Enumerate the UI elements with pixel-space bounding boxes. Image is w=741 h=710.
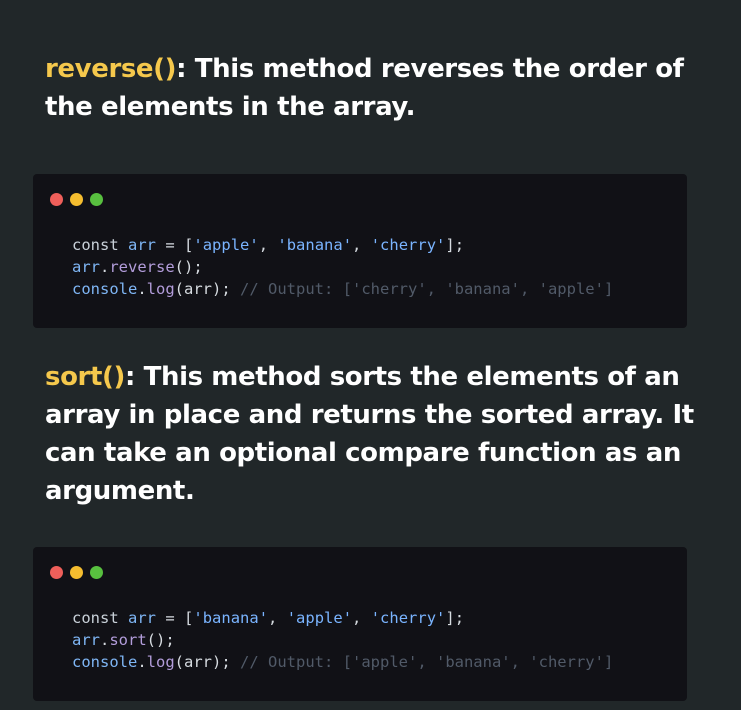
code-punctuation: (); [174, 258, 203, 276]
code-punctuation: (arr); [174, 653, 231, 671]
code-block-reverse: const arr = ['apple', 'banana', 'cherry'… [72, 234, 613, 300]
code-punctuation: (); [146, 631, 175, 649]
code-punctuation: [ [184, 609, 194, 627]
code-string: 'apple' [193, 236, 259, 254]
code-punctuation: . [100, 631, 110, 649]
code-line-1: const arr = ['apple', 'banana', 'cherry'… [72, 236, 465, 254]
code-method: log [146, 280, 175, 298]
code-line-2: arr.reverse(); [72, 258, 203, 276]
code-method: sort [109, 631, 147, 649]
method-name-reverse: reverse() [45, 54, 177, 84]
code-block-sort: const arr = ['banana', 'apple', 'cherry'… [72, 607, 613, 673]
window-controls [50, 566, 103, 579]
code-window-reverse: const arr = ['apple', 'banana', 'cherry'… [33, 174, 687, 328]
code-string: 'banana' [193, 609, 269, 627]
code-operator: = [165, 236, 175, 254]
code-variable: arr [128, 236, 157, 254]
code-object: arr [72, 631, 100, 649]
code-line-1: const arr = ['banana', 'apple', 'cherry'… [72, 609, 465, 627]
code-keyword: const [72, 609, 119, 627]
code-window-sort: const arr = ['banana', 'apple', 'cherry'… [33, 547, 687, 701]
code-comment: // Output: ['apple', 'banana', 'cherry'] [240, 653, 614, 671]
code-string: 'cherry' [370, 236, 446, 254]
maximize-dot-icon [90, 566, 103, 579]
code-punctuation: (arr); [174, 280, 231, 298]
maximize-dot-icon [90, 193, 103, 206]
code-object: arr [72, 258, 100, 276]
method-description-sort: : This method sorts the elements of an a… [45, 362, 694, 506]
code-line-3: console.log(arr); // Output: ['cherry', … [72, 280, 613, 298]
code-method: log [146, 653, 175, 671]
code-operator: = [165, 609, 175, 627]
code-method: reverse [109, 258, 175, 276]
code-punctuation: ]; [445, 236, 465, 254]
code-punctuation: [ [184, 236, 194, 254]
minimize-dot-icon [70, 193, 83, 206]
code-string: 'banana' [277, 236, 353, 254]
close-dot-icon [50, 566, 63, 579]
code-punctuation: . [137, 653, 147, 671]
window-controls [50, 193, 103, 206]
code-string: 'cherry' [370, 609, 446, 627]
code-keyword: const [72, 236, 119, 254]
method-name-sort: sort() [45, 362, 125, 392]
close-dot-icon [50, 193, 63, 206]
minimize-dot-icon [70, 566, 83, 579]
code-line-2: arr.sort(); [72, 631, 175, 649]
section-heading-sort: sort(): This method sorts the elements o… [45, 358, 705, 510]
code-object: console [72, 280, 138, 298]
code-punctuation: . [100, 258, 110, 276]
code-object: console [72, 653, 138, 671]
code-punctuation: . [137, 280, 147, 298]
section-heading-reverse: reverse(): This method reverses the orde… [45, 50, 705, 126]
code-line-3: console.log(arr); // Output: ['apple', '… [72, 653, 613, 671]
code-punctuation: ]; [445, 609, 465, 627]
code-comment: // Output: ['cherry', 'banana', 'apple'] [240, 280, 614, 298]
code-variable: arr [128, 609, 157, 627]
code-string: 'apple' [286, 609, 353, 627]
